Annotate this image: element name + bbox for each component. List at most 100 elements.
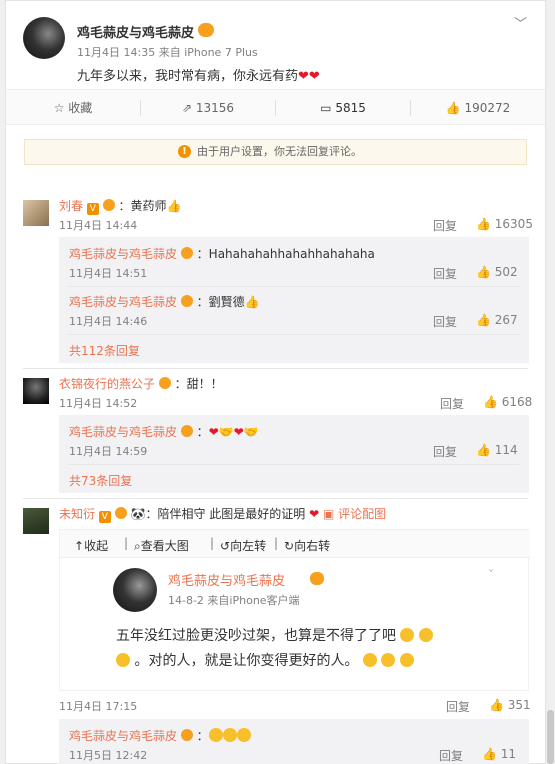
like-button[interactable]: 👍 190272 (411, 90, 545, 126)
replier-name[interactable]: 鸡毛蒜皮与鸡毛蒜皮 (69, 247, 177, 261)
reply-time: 11月4日 14:46 (69, 315, 148, 328)
thumbs-up-icon: 👍 (476, 217, 491, 231)
reply-like-button[interactable]: 👍 502 (476, 265, 518, 279)
replier-name[interactable]: 鸡毛蒜皮与鸡毛蒜皮 (69, 729, 177, 743)
commenter-avatar[interactable] (23, 200, 49, 226)
kiss-emoji-icon (418, 628, 433, 642)
thumbs-up-icon: 👍 (489, 698, 504, 712)
heart-icon: ❤ (208, 425, 219, 439)
reply-like-button[interactable]: 👍 11 (482, 747, 516, 761)
reply-like-button[interactable]: 👍 267 (476, 313, 518, 327)
comment-like-button[interactable]: 👍 16305 (476, 217, 533, 231)
chevron-down-icon[interactable]: ﹀ (514, 13, 527, 32)
reply-reply-button[interactable]: 回复 (433, 443, 457, 460)
grin-emoji-icon (208, 728, 223, 742)
grin-emoji-icon (222, 728, 237, 742)
embedded-meta: 14-8-2 来自iPhone客户端 (168, 594, 300, 607)
comment-text: ：黄药师 (118, 199, 167, 213)
thumbs-up-emoji-icon: 👍 (244, 295, 260, 309)
weibo-post-card: 鸡毛蒜皮与鸡毛蒜皮 11月4日 14:35 来自 iPhone 7 Plus 九… (5, 0, 546, 764)
replier-name[interactable]: 鸡毛蒜皮与鸡毛蒜皮 (69, 295, 177, 309)
reply-list: 鸡毛蒜皮与鸡毛蒜皮 ： 11月5日 12:42 回复 👍 11 (59, 719, 529, 764)
more-replies-link[interactable]: 共112条回复 (69, 342, 140, 359)
embedded-text-line: 五年没红过脸更没吵过架，也算是不得了了吧 (116, 625, 433, 645)
comment-divider (23, 498, 528, 499)
reply-text: ：Hahahahahhahahhahahaha (196, 247, 375, 261)
comment-reply-button[interactable]: 回复 (433, 217, 457, 234)
reply-time: 11月5日 12:42 (69, 749, 148, 762)
thumbs-up-emoji-icon: 👍 (166, 199, 182, 213)
post-source: 来自 iPhone 7 Plus (158, 46, 258, 59)
reply-divider (69, 334, 519, 335)
commenter-name[interactable]: 刘春 (59, 199, 83, 213)
embedded-author-avatar (113, 568, 157, 612)
comment-reply-button[interactable]: 回复 (440, 395, 464, 412)
comment-reply-button[interactable]: 回复 (446, 698, 470, 715)
reply-text: ： (196, 729, 209, 743)
comment-image-viewer: ↑收起 | ⌕查看大图 | ↺向左转 | ↻向右转 鸡毛蒜皮与鸡毛蒜皮 14-8… (59, 529, 530, 691)
image-icon: ▣ (323, 507, 335, 521)
reply-reply-button[interactable]: 回复 (439, 747, 463, 764)
post-text: 九年多以来，我时常有病，你永远有药❤❤ (77, 69, 320, 84)
embedded-author-name: 鸡毛蒜皮与鸡毛蒜皮 (168, 574, 286, 589)
commenter-name[interactable]: 未知衍 (59, 507, 95, 521)
reply-reply-button[interactable]: 回复 (433, 265, 457, 282)
toolbar-divider: | (274, 536, 279, 550)
commenter-avatar[interactable] (23, 378, 49, 404)
comment-text: ：陪伴相守 此图是最好的证明 (145, 507, 306, 521)
reply-disabled-notice: ! 由于用户设置，你无法回复评论。 (24, 139, 527, 165)
kiss-emoji-icon (116, 653, 130, 667)
view-large-button[interactable]: ⌕查看大图 (134, 537, 189, 554)
thumbs-up-icon: 👍 (482, 747, 497, 761)
thumbs-up-icon: 👍 (476, 443, 491, 457)
vip-crown-icon (102, 199, 115, 211)
arrow-up-icon: ↑ (74, 539, 85, 553)
vip-crown-icon (198, 23, 214, 37)
more-replies-link[interactable]: 共73条回复 (69, 472, 132, 489)
reply-list: 鸡毛蒜皮与鸡毛蒜皮 ：Hahahahahhahahhahahaha 11月4日 … (59, 237, 529, 363)
magnifier-icon: ⌕ (134, 539, 141, 553)
smile-emoji-icon (362, 653, 377, 667)
comment-time: 11月4日 14:52 (59, 397, 138, 410)
rotate-left-icon: ↺ (220, 539, 231, 553)
replier-name[interactable]: 鸡毛蒜皮与鸡毛蒜皮 (69, 425, 177, 439)
thumbs-up-icon: 👍 (445, 101, 461, 115)
reply-list: 鸡毛蒜皮与鸡毛蒜皮 ：❤🤝❤🤝 11月4日 14:59 回复 👍 114 共73… (59, 415, 529, 493)
reply-line: 鸡毛蒜皮与鸡毛蒜皮 ：劉賢德👍 (69, 293, 260, 310)
heart-icon: ❤❤ (298, 69, 320, 84)
post-time[interactable]: 11月4日 14:35 (77, 46, 155, 59)
post-author-avatar[interactable] (23, 17, 65, 59)
post-author-name[interactable]: 鸡毛蒜皮与鸡毛蒜皮 (77, 22, 194, 41)
comment-like-button[interactable]: 👍 351 (489, 698, 531, 712)
reply-text: ：劉賢德 (196, 295, 245, 309)
reply-line: 鸡毛蒜皮与鸡毛蒜皮 ： (69, 727, 251, 744)
comment-line: 刘春 V ：黄药师👍 (59, 197, 181, 215)
rotate-right-icon: ↻ (284, 539, 295, 553)
collapse-button[interactable]: ↑收起 (74, 537, 108, 554)
commenter-avatar[interactable] (23, 508, 49, 534)
verified-badge: V (86, 203, 99, 215)
scrollbar-thumb[interactable] (547, 710, 554, 764)
repost-button[interactable]: ⇗ 13156 (141, 90, 275, 126)
page-scrollbar[interactable] (546, 0, 555, 764)
vip-crown-icon (180, 425, 193, 437)
thumbs-up-icon: 👍 (476, 265, 491, 279)
thumbs-up-icon: 👍 (476, 313, 491, 327)
verified-badge: V (98, 511, 111, 523)
repost-icon: ⇗ (181, 101, 193, 115)
reply-reply-button[interactable]: 回复 (433, 313, 457, 330)
comment-like-button[interactable]: 👍 6168 (483, 395, 532, 409)
post-meta: 11月4日 14:35 来自 iPhone 7 Plus (77, 44, 258, 60)
reply-line: 鸡毛蒜皮与鸡毛蒜皮 ：Hahahahahhahahhahahaha (69, 245, 375, 262)
comment-time: 11月4日 14:44 (59, 219, 138, 232)
comment-image-link[interactable]: ▣ 评论配图 (323, 507, 386, 521)
reply-like-button[interactable]: 👍 114 (476, 443, 518, 457)
commenter-name[interactable]: 衣锦夜行的燕公子 (59, 377, 155, 391)
smile-emoji-icon (399, 653, 414, 667)
favorite-button[interactable]: ☆ 收藏 (6, 90, 140, 126)
comment-time: 11月4日 17:15 (59, 700, 138, 713)
rotate-right-button[interactable]: ↻向右转 (284, 537, 330, 554)
rotate-left-button[interactable]: ↺向左转 (220, 537, 266, 554)
comment-button[interactable]: ▭ 5815 (276, 90, 410, 126)
vip-crown-icon (158, 377, 171, 389)
